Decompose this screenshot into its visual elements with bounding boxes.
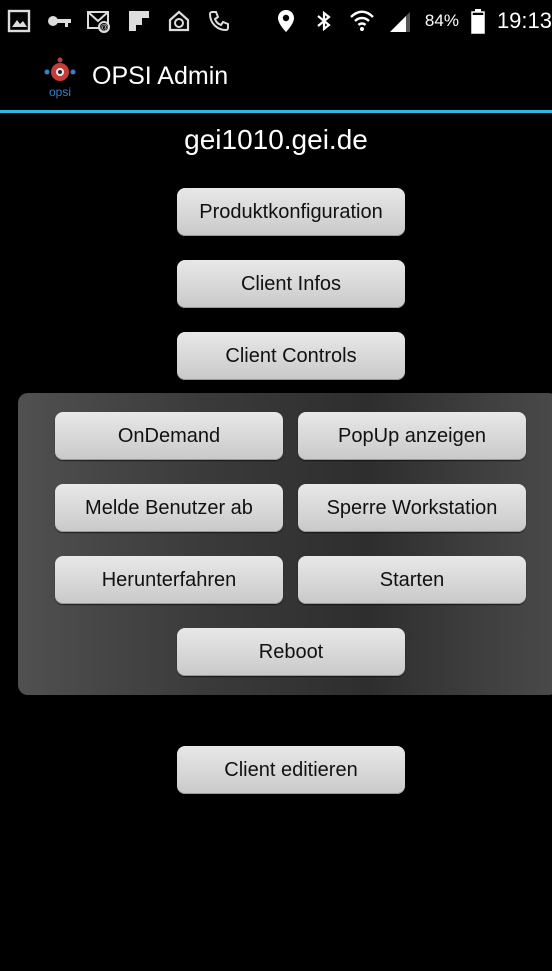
logout-user-button[interactable]: Melde Benutzer ab [55, 484, 283, 532]
popup-button[interactable]: PopUp anzeigen [298, 412, 526, 460]
lock-workstation-button[interactable]: Sperre Workstation [298, 484, 526, 532]
action-bar: opsi OPSI Admin [0, 46, 552, 112]
action-bar-divider [0, 110, 552, 113]
edit-client-button[interactable]: Client editieren [177, 746, 405, 794]
phone-icon [206, 8, 232, 34]
client-controls-button[interactable]: Client Controls [177, 332, 405, 380]
ondemand-button[interactable]: OnDemand [55, 412, 283, 460]
location-icon [273, 8, 299, 34]
flipboard-icon [126, 8, 152, 34]
wifi-icon [349, 8, 375, 34]
battery-icon [471, 8, 485, 34]
reboot-button[interactable]: Reboot [177, 628, 405, 676]
gallery-icon [6, 8, 32, 34]
status-bar-system: 84% 19:13 [273, 8, 552, 34]
start-button[interactable]: Starten [298, 556, 526, 604]
voicemail-icon: @ [86, 8, 112, 34]
opsi-logo-icon: opsi [42, 56, 78, 100]
content-area [18, 695, 552, 971]
product-config-button[interactable]: Produktkonfiguration [177, 188, 405, 236]
status-bar-notifications: @ [6, 8, 232, 34]
client-infos-button[interactable]: Client Infos [177, 260, 405, 308]
shutdown-button[interactable]: Herunterfahren [55, 556, 283, 604]
battery-percent: 84% [424, 11, 459, 30]
key-icon [46, 8, 72, 34]
signal-icon [387, 8, 413, 34]
svg-text:opsi: opsi [49, 85, 71, 99]
app-title: OPSI Admin [92, 62, 229, 90]
status-bar: @ 84% 19:13 [0, 0, 552, 46]
bluetooth-icon [311, 8, 337, 34]
clock: 19:13 [496, 8, 552, 33]
svg-text:@: @ [100, 23, 108, 32]
client-hostname: gei1010.gei.de [184, 124, 368, 155]
home-sync-icon [166, 8, 192, 34]
